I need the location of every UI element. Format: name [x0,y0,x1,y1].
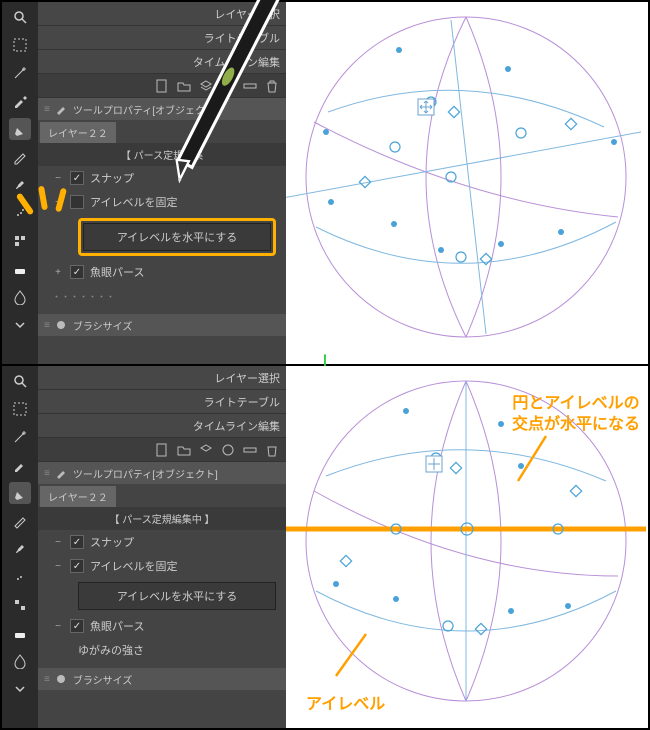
wand-icon[interactable] [9,62,31,84]
pen-tool-icon[interactable] [9,118,31,140]
doc-icon[interactable] [154,442,170,458]
trash-icon[interactable] [264,78,280,94]
fix-eyelevel-checkbox[interactable]: ✓ [70,559,84,573]
layer-tab[interactable]: レイヤー２２ [40,486,116,507]
level-eyelevel-button[interactable]: アイレベルを水平にする [83,223,271,251]
fix-eyelevel-row[interactable]: − ✓ アイレベルを固定 [38,554,286,578]
blend-icon[interactable] [9,650,31,672]
menu-timeline[interactable]: タイムライン編集 [38,414,286,438]
menu-light-table[interactable]: ライトテーブル [38,26,286,50]
toolbar-left [2,2,38,364]
magnifier-icon[interactable] [9,370,31,392]
ruler-icon[interactable] [242,442,258,458]
distortion-row[interactable]: ゆがみの強さ [38,638,286,662]
brush-small-icon [53,101,69,117]
pencil-icon[interactable] [9,146,31,168]
pattern-icon[interactable] [9,230,31,252]
wand-icon[interactable] [9,426,31,448]
chevron-down-icon[interactable] [9,314,31,336]
ruler-section-title: 【 パース定規編集 [38,143,286,166]
fisheye-checkbox[interactable]: ✓ [70,619,84,633]
pattern-icon[interactable] [9,594,31,616]
snap-row[interactable]: − ✓ スナップ [38,166,286,190]
snap-row[interactable]: − ✓ スナップ [38,530,286,554]
fix-eyelevel-row[interactable]: − アイレベルを固定 [38,190,286,214]
menu-layer-select[interactable]: レイヤー選択 [38,2,286,26]
eyedropper-icon[interactable] [9,90,31,112]
menu-timeline[interactable]: タイムライン編集 [38,50,286,74]
ruler-icon[interactable] [242,78,258,94]
panel-before: レイヤー選択 ライトテーブル タイムライン編集 ≡ ツールプロパティ[オブジェク… [2,2,648,366]
folder-icon[interactable] [176,78,192,94]
pencil-icon[interactable] [9,510,31,532]
callout-eyelevel: アイレベル [306,695,385,716]
chevron-down-icon[interactable] [9,678,31,700]
panel-after: レイヤー選択 ライトテーブル タイムライン編集 ≡ ツールプロパティ[オブジェク… [2,366,648,728]
airbrush-icon[interactable] [9,566,31,588]
mini-toolbar [38,74,286,98]
folder-icon[interactable] [176,442,192,458]
canvas-before[interactable] [286,2,648,364]
menu-light-table[interactable]: ライトテーブル [38,390,286,414]
doc-icon[interactable] [154,78,170,94]
eyedropper-icon[interactable] [9,454,31,476]
layer-tab[interactable]: レイヤー２２ [40,122,116,143]
fisheye-row[interactable]: + ✓ 魚眼パース [38,260,286,284]
blend-icon[interactable] [9,286,31,308]
mask-icon[interactable] [220,78,236,94]
mask-icon[interactable] [220,442,236,458]
pen-tool-icon[interactable] [9,482,31,504]
grip-icon: ≡ [44,104,49,115]
menu-layer-select[interactable]: レイヤー選択 [38,366,286,390]
eraser-icon[interactable] [9,258,31,280]
magnifier-icon[interactable] [9,6,31,28]
toolbar-left-2 [2,366,38,728]
tool-property-header: ≡ ツールプロパティ[オブジェクト] [38,462,286,484]
layer-icon[interactable] [198,78,214,94]
mini-toolbar [38,438,286,462]
canvas-after[interactable]: 円とアイレベルの 交点が水平になる アイレベル [286,366,648,728]
brush-size-header: ≡ ブラシサイズ [38,668,286,690]
brush-icon[interactable] [9,538,31,560]
trash-icon[interactable] [264,442,280,458]
side-panel-after: レイヤー選択 ライトテーブル タイムライン編集 ≡ ツールプロパティ[オブジェク… [38,366,286,728]
marquee-icon[interactable] [9,398,31,420]
snap-checkbox[interactable]: ✓ [70,535,84,549]
snap-checkbox[interactable]: ✓ [70,171,84,185]
fisheye-row[interactable]: − ✓ 魚眼パース [38,614,286,638]
level-eyelevel-button[interactable]: アイレベルを水平にする [78,582,276,610]
brush-size-header: ≡ ブラシサイズ [38,314,286,336]
marquee-icon[interactable] [9,34,31,56]
fix-eyelevel-checkbox[interactable] [70,195,84,209]
eraser-icon[interactable] [9,622,31,644]
fisheye-checkbox[interactable]: ✓ [70,265,84,279]
side-panel-before: レイヤー選択 ライトテーブル タイムライン編集 ≡ ツールプロパティ[オブジェク… [38,2,286,364]
layer-icon[interactable] [198,442,214,458]
highlight-frame: アイレベルを水平にする [78,218,276,256]
tool-property-header: ≡ ツールプロパティ[オブジェクト] [38,98,286,120]
ruler-section-title: 【 パース定規編集中 】 [38,507,286,530]
callout-intersection: 円とアイレベルの 交点が水平になる [512,394,640,436]
